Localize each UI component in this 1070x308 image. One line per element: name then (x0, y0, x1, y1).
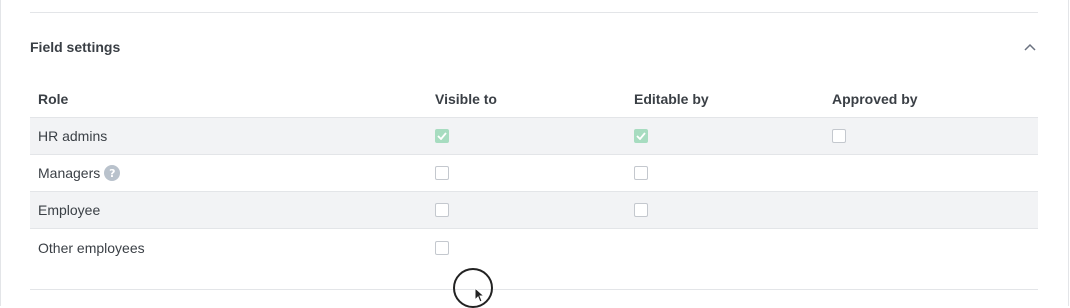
help-icon[interactable]: ? (104, 165, 121, 181)
section-title: Field settings (30, 39, 121, 55)
editable-by-checkbox[interactable] (634, 129, 648, 143)
collapse-button[interactable] (1021, 38, 1039, 56)
approved-by-cell (832, 118, 846, 154)
role-cell: Employee (38, 192, 100, 228)
role-label: Managers (38, 165, 101, 181)
column-header-approved-by: Approved by (832, 91, 918, 107)
editable-by-checkbox[interactable] (634, 166, 648, 180)
field-settings-panel: Field settings Role Visible to Editable … (0, 0, 1069, 306)
editable-by-checkbox[interactable] (634, 203, 648, 217)
column-header-role: Role (38, 91, 69, 107)
visible-to-checkbox[interactable] (435, 203, 449, 217)
visible-to-cell (435, 118, 449, 154)
role-label: Employee (38, 202, 101, 218)
bottom-divider (30, 289, 1038, 290)
checkmark-icon (636, 132, 646, 140)
editable-by-cell (634, 118, 648, 154)
top-divider (30, 12, 1038, 13)
table-row: Other employees (30, 229, 1038, 266)
chevron-up-icon (1024, 43, 1036, 51)
column-header-visible-to: Visible to (435, 91, 497, 107)
visible-to-checkbox[interactable] (435, 240, 449, 255)
role-label: Other employees (38, 239, 145, 256)
table-row: HR admins (30, 118, 1038, 155)
column-header-editable-by: Editable by (634, 91, 709, 107)
mouse-pointer-icon (474, 287, 486, 303)
visible-to-cell (435, 155, 449, 191)
approved-by-checkbox[interactable] (832, 129, 846, 143)
table-row: Employee (30, 192, 1038, 229)
visible-to-cell (435, 192, 449, 228)
table-body: HR admins Managers? Employee Other employee… (30, 118, 1038, 266)
visible-to-cell (435, 229, 449, 266)
table-header-row: Role Visible to Editable by Approved by (30, 81, 1038, 118)
checkmark-icon (437, 132, 447, 140)
role-cell: Other employees (38, 229, 145, 266)
permissions-table: Role Visible to Editable by Approved by … (30, 81, 1038, 266)
cursor-highlight (453, 268, 493, 308)
role-cell: Managers? (38, 155, 121, 191)
role-cell: HR admins (38, 118, 107, 154)
table-row: Managers? (30, 155, 1038, 192)
editable-by-cell (634, 155, 648, 191)
role-label: HR admins (38, 128, 108, 144)
editable-by-cell (634, 192, 648, 228)
visible-to-checkbox[interactable] (435, 129, 449, 143)
visible-to-checkbox[interactable] (435, 166, 449, 180)
